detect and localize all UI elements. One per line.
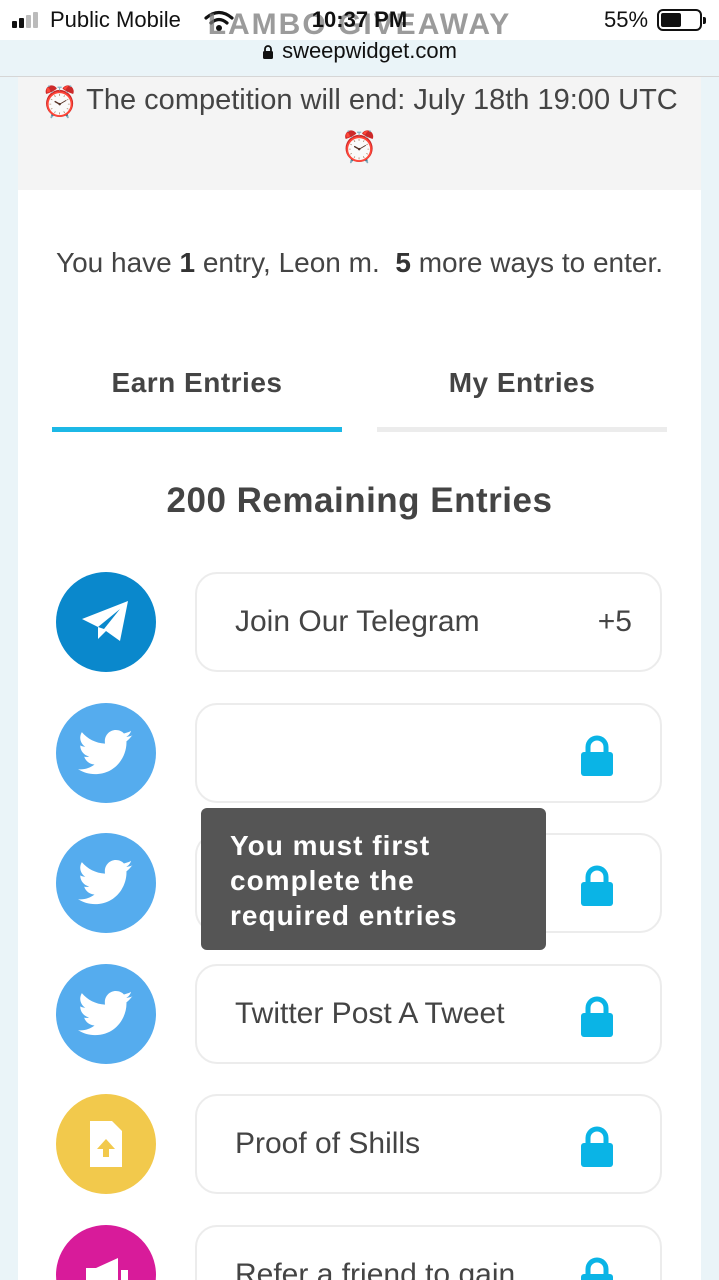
locked-tooltip: You must first complete the required ent… [201, 808, 546, 950]
megaphone-icon[interactable] [56, 1224, 156, 1280]
twitter-icon[interactable] [56, 963, 156, 1064]
battery-percent: 55% [604, 7, 649, 32]
lock-icon [578, 864, 616, 906]
alarm-clock-icon: ⏰ [41, 86, 79, 119]
tab-earn-entries[interactable]: Earn Entries [52, 367, 342, 407]
telegram-icon[interactable] [56, 572, 156, 672]
tab-active-indicator [52, 427, 342, 432]
battery-icon [657, 9, 706, 31]
lock-icon [578, 734, 616, 776]
entry-method-button[interactable]: Refer a friend to gain [195, 1224, 662, 1280]
entry-method-label: Join Our Telegram [235, 605, 480, 638]
entry-points: +5 [597, 605, 632, 638]
alarm-clock-icon: ⏰ [340, 131, 379, 164]
entry-method-label: Refer a friend to gain [235, 1257, 516, 1280]
lock-icon [263, 45, 274, 59]
tab-inactive-indicator [377, 427, 667, 432]
end-date-banner: ⏰ The competition will end: July 18th 19… [18, 77, 701, 190]
ways-count: 5 [395, 247, 411, 278]
url-text: sweepwidget.com [282, 38, 457, 63]
tab-my-entries[interactable]: My Entries [377, 367, 667, 407]
lock-icon [578, 995, 616, 1037]
status-bar: Public Mobile LAMBO GIVEAWAY 10:37 PM 55… [0, 0, 719, 63]
entries-count: 1 [179, 247, 196, 278]
giveaway-widget: ⏰ The competition will end: July 18th 19… [18, 77, 701, 1280]
remaining-entries-title: 200 Remaining Entries [166, 481, 553, 520]
entry-method-button[interactable] [195, 702, 662, 803]
twitter-icon[interactable] [56, 833, 156, 933]
entry-method-label: Twitter Post A Tweet [235, 996, 505, 1030]
lock-icon [578, 1256, 616, 1280]
lock-icon [578, 1125, 616, 1167]
end-date-text: The competition will end: July 18th 19:0… [86, 84, 678, 116]
entry-summary: You have 1 entry, Leon m. 5 more ways to… [55, 247, 664, 278]
entry-method-label: Proof of Shills [235, 1127, 421, 1160]
entry-method-button[interactable]: Proof of Shills [195, 1094, 662, 1194]
url-bar[interactable]: sweepwidget.com [0, 38, 719, 64]
twitter-icon[interactable] [56, 702, 156, 803]
entry-method-button[interactable]: Join Our Telegram +5 [195, 572, 662, 672]
entry-method-button[interactable]: Twitter Post A Tweet [195, 963, 662, 1064]
file-upload-icon[interactable] [56, 1094, 156, 1194]
